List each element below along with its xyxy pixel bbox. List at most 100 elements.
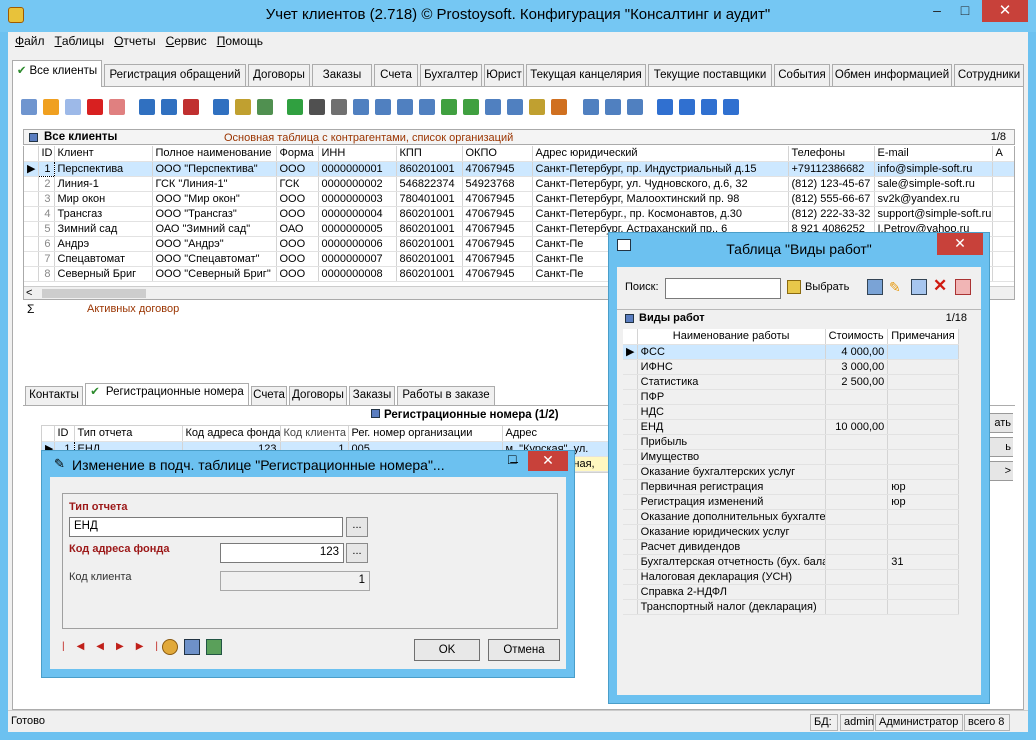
cell[interactable]: ГСК [276, 176, 319, 192]
cell[interactable]: Расчет дивидендов [637, 539, 826, 555]
nav-buttons[interactable]: |◀◀▶▶| [62, 641, 170, 652]
cell[interactable]: +79112386682 [788, 161, 875, 177]
col-header-5[interactable]: КПП [396, 146, 463, 162]
cell[interactable] [887, 464, 959, 480]
tab-7[interactable]: Текущая канцелярия [526, 64, 646, 86]
cell[interactable] [825, 434, 889, 450]
side-button-2[interactable]: ь [989, 437, 1013, 457]
sql-icon[interactable] [257, 99, 273, 115]
filter-clear-icon[interactable] [161, 99, 177, 115]
nav-next-icon[interactable] [701, 99, 717, 115]
cell[interactable]: ООО [276, 191, 319, 207]
cell[interactable]: Зимний сад [54, 221, 153, 237]
tab-6[interactable]: Юрист [484, 64, 524, 86]
filter-remove-icon[interactable] [183, 99, 199, 115]
find-icon[interactable] [309, 99, 325, 115]
reg-col-header-5[interactable]: Адрес [502, 426, 608, 442]
cell[interactable]: 0000000008 [318, 266, 397, 282]
cell[interactable]: 860201001 [396, 266, 463, 282]
cell[interactable]: 0000000004 [318, 206, 397, 222]
report-3-icon[interactable] [419, 99, 435, 115]
chart-bar-icon[interactable] [551, 99, 567, 115]
cell[interactable]: Северный Бриг [54, 266, 153, 282]
cell[interactable]: 8 [38, 266, 55, 282]
cell[interactable] [825, 554, 889, 570]
tab-11[interactable]: Сотрудники [954, 64, 1024, 86]
cell[interactable]: 860201001 [396, 206, 463, 222]
sort-2-icon[interactable] [605, 99, 621, 115]
search-input[interactable] [665, 278, 781, 299]
table-row[interactable]: Расчет дивидендов [623, 539, 959, 555]
cell[interactable]: Санкт-Петербург, пр. Индустриальный д.15 [532, 161, 789, 177]
cell[interactable] [825, 494, 889, 510]
tab-5[interactable]: Бухгалтер [420, 64, 482, 86]
col-header-6[interactable]: ОКПО [462, 146, 533, 162]
cell[interactable]: 0000000006 [318, 236, 397, 252]
cell[interactable]: 6 [38, 236, 55, 252]
cell[interactable]: 2 500,00 [825, 374, 889, 390]
cell[interactable]: 860201001 [396, 236, 463, 252]
delete-table-icon[interactable] [955, 279, 971, 295]
cell[interactable]: 0000000002 [318, 176, 397, 192]
cell[interactable]: Санкт-Петербург, ул. Чудновского, д.6, 3… [532, 176, 789, 192]
table-row[interactable]: 4 Трансгаз ООО "Трансгаз" ООО 0000000004 8602… [24, 206, 1014, 222]
menu-item-3[interactable]: Сервис [166, 32, 207, 50]
cell[interactable]: Справка 2-НДФЛ [637, 584, 826, 600]
detail-tab-2[interactable]: Счета [251, 386, 287, 405]
tools-icon[interactable] [162, 639, 178, 655]
table-row[interactable]: 2 Линия-1 ГСК "Линия-1" ГСК 0000000002 546822… [24, 176, 1014, 192]
cell[interactable]: Санкт-Петербург., пр. Космонавтов, д.30 [532, 206, 789, 222]
delete-all-icon[interactable] [109, 99, 125, 115]
cell[interactable]: Транспортный налог (декларация) [637, 599, 826, 615]
nav-last-icon[interactable] [723, 99, 739, 115]
cell[interactable]: ООО "Спецавтомат" [152, 251, 277, 267]
cell[interactable] [887, 404, 959, 420]
word-icon[interactable] [507, 99, 523, 115]
cell[interactable]: 47067945 [462, 206, 533, 222]
table-row[interactable]: Оказание дополнительных бухгалте [623, 509, 959, 525]
side-button-1[interactable]: ать [989, 413, 1013, 433]
menu-item-0[interactable]: Файл [15, 32, 45, 50]
table-row[interactable]: Статистика 2 500,00 [623, 374, 959, 390]
cell[interactable] [825, 464, 889, 480]
table-row[interactable]: Оказание бухгалтерских услуг [623, 464, 959, 480]
cell[interactable]: sale@simple-soft.ru [874, 176, 993, 192]
cell[interactable]: 3 [38, 191, 55, 207]
table-row[interactable]: ЕНД 10 000,00 [623, 419, 959, 435]
works-col-header-0[interactable]: Наименование работы [637, 329, 826, 345]
table-row[interactable]: Справка 2-НДФЛ [623, 584, 959, 600]
cell[interactable]: ООО [276, 161, 319, 177]
preview-icon[interactable] [353, 99, 369, 115]
cell[interactable]: (812) 222-33-32 [788, 206, 875, 222]
cell[interactable]: ООО [276, 236, 319, 252]
nav-prev-icon[interactable] [679, 99, 695, 115]
cell[interactable]: ООО "Трансгаз" [152, 206, 277, 222]
cell[interactable] [887, 344, 959, 360]
cell[interactable]: НДС [637, 404, 826, 420]
cell[interactable]: ООО "Северный Бриг" [152, 266, 277, 282]
cell[interactable] [825, 389, 889, 405]
table-row[interactable]: Бухгалтерская отчетность (бух. бала 31 [623, 554, 959, 570]
copy-record-icon[interactable] [911, 279, 927, 295]
filter-settings-icon[interactable] [235, 99, 251, 115]
cell[interactable]: support@simple-soft.ru [874, 206, 993, 222]
table-row[interactable]: Транспортный налог (декларация) [623, 599, 959, 615]
scroll-left-arrow[interactable]: < [26, 287, 32, 299]
cell[interactable] [887, 539, 959, 555]
cell[interactable]: Трансгаз [54, 206, 153, 222]
cell[interactable]: Первичная регистрация [637, 479, 826, 495]
cell[interactable]: ПФР [637, 389, 826, 405]
report-1-icon[interactable] [375, 99, 391, 115]
cell[interactable] [825, 539, 889, 555]
table-row[interactable]: 3 Мир окон ООО "Мир окон" ООО 0000000003 7804… [24, 191, 1014, 207]
cell[interactable]: Прибыль [637, 434, 826, 450]
col-header-0[interactable]: ID [38, 146, 55, 162]
cell[interactable]: ОАО [276, 221, 319, 237]
next-record-icon[interactable]: ▶ [116, 641, 136, 652]
detail-tab-0[interactable]: Контакты [25, 386, 83, 405]
cell[interactable]: ОАО "Зимний сад" [152, 221, 277, 237]
menu-item-4[interactable]: Помощь [217, 32, 263, 50]
cell[interactable] [825, 509, 889, 525]
cell[interactable]: 1 [37, 160, 55, 177]
cell[interactable]: 2 [38, 176, 55, 192]
